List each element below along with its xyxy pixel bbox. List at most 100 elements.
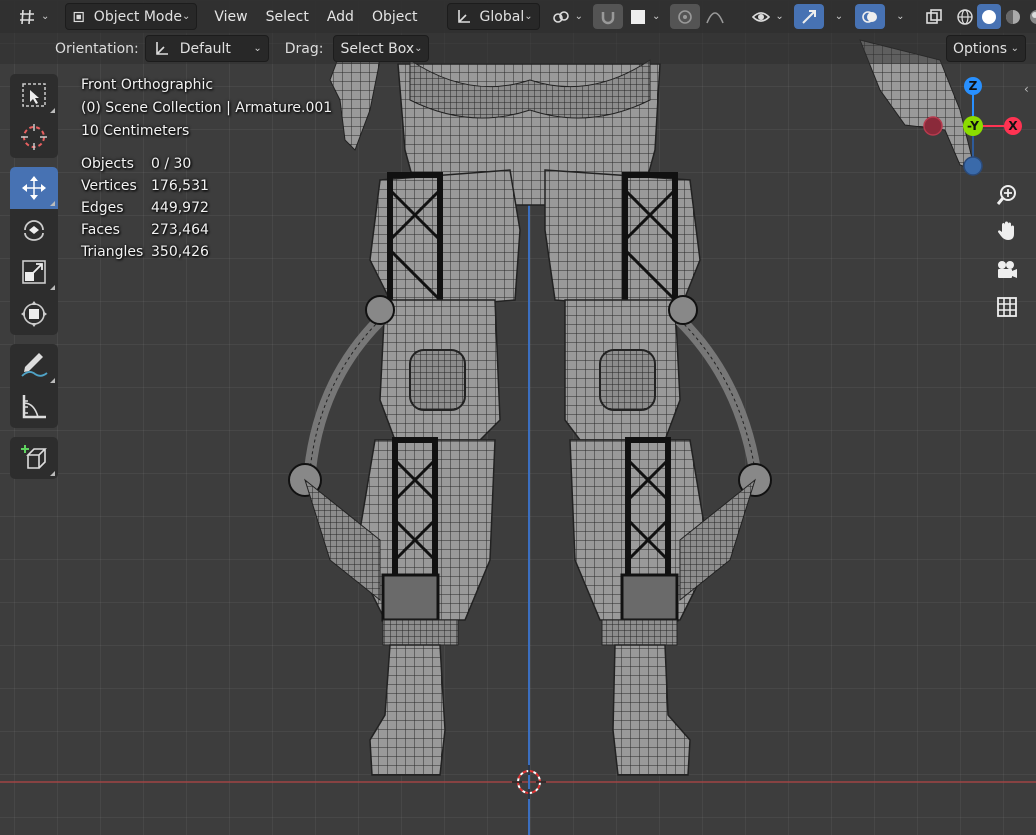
chevron-down-icon: ⌄: [182, 11, 191, 22]
proportional-edit-icon: [678, 9, 693, 24]
link-icon: [552, 10, 569, 23]
tool-transform[interactable]: [10, 293, 58, 335]
pan-button[interactable]: [990, 214, 1024, 248]
chevron-down-icon: ⌄: [253, 43, 262, 54]
stat-label: Objects: [81, 156, 134, 172]
chevron-down-icon: ⌄: [834, 11, 844, 22]
proportional-edit-toggle[interactable]: [670, 4, 701, 29]
orientation-setting-dropdown[interactable]: Default ⌄: [144, 35, 269, 62]
tool-annotate[interactable]: [10, 344, 58, 386]
stat-row: Vertices 176,531: [81, 175, 332, 197]
falloff-button[interactable]: [700, 4, 730, 29]
stat-value: 273,464: [151, 222, 209, 238]
add-cube-icon: [21, 445, 47, 469]
orientation-label: Global: [479, 8, 525, 25]
stat-label: Vertices: [81, 178, 137, 194]
options-dropdown[interactable]: Options ⌄: [946, 35, 1026, 62]
cursor-icon: [21, 124, 47, 150]
chevron-down-icon: ⌄: [41, 11, 50, 22]
menu-view[interactable]: View: [205, 4, 256, 29]
overlays-toggle[interactable]: [855, 4, 886, 29]
material-sphere-icon: [1005, 9, 1020, 24]
camera-view-button[interactable]: [990, 253, 1024, 287]
zoom-icon: [996, 185, 1016, 205]
shading-wireframe-button[interactable]: [953, 4, 977, 29]
tool-variants-corner: [50, 471, 55, 476]
tool-settings-bar: Orientation: Default ⌄ Drag: Select Box …: [0, 33, 1036, 64]
tool-rotate[interactable]: [10, 209, 58, 251]
pan-hand-icon: [998, 221, 1014, 240]
object-mode-icon: [74, 11, 85, 22]
select-box-icon: [22, 83, 46, 107]
rendered-sphere-icon: [1029, 9, 1036, 24]
orientation-axes-icon: [155, 41, 168, 55]
stat-row: Edges 449,972: [81, 197, 332, 219]
tool-variants-corner: [50, 108, 55, 113]
visibility-button[interactable]: ⌄: [746, 4, 789, 29]
neg-x-axis-handle[interactable]: [923, 116, 943, 136]
mode-selector[interactable]: Object Mode ⌄: [65, 3, 198, 30]
tool-cursor[interactable]: [10, 116, 58, 158]
square-icon: [631, 9, 645, 24]
mode-label: Object Mode: [93, 8, 182, 25]
rotate-icon: [24, 220, 44, 241]
chevron-down-icon: ⌄: [574, 11, 583, 22]
drag-setting-label: Drag:: [284, 40, 324, 57]
stat-row: Objects 0 / 30: [81, 153, 332, 175]
stat-row: Triangles 350,426: [81, 241, 332, 263]
navigation-gizmo[interactable]: Z X -Y: [918, 72, 1028, 182]
tool-variants-corner: [50, 201, 55, 206]
stat-label: Triangles: [81, 244, 144, 260]
tool-shelf: [10, 74, 58, 488]
drag-setting-dropdown[interactable]: Select Box ⌄: [333, 35, 430, 62]
viewport-editor-icon: [20, 9, 34, 24]
chevron-down-icon: ⌄: [775, 11, 784, 22]
stat-value: 350,426: [151, 244, 209, 260]
shading-material-button[interactable]: [1001, 4, 1025, 29]
chevron-down-icon: ⌄: [1010, 43, 1019, 54]
tool-measure[interactable]: [10, 386, 58, 428]
tool-move[interactable]: [10, 167, 58, 209]
magnet-icon: [601, 11, 615, 24]
eye-icon: [752, 11, 771, 22]
tool-scale[interactable]: [10, 251, 58, 293]
sidebar-toggle-chevron-icon[interactable]: ‹: [1024, 82, 1029, 96]
wireframe-sphere-icon: [956, 8, 973, 25]
gizmo-dropdown[interactable]: ⌄: [824, 4, 849, 29]
pivot-point-button[interactable]: ⌄: [546, 4, 589, 29]
options-label: Options: [953, 40, 1008, 57]
xray-toggle[interactable]: [919, 4, 949, 29]
scene-statistics: Objects 0 / 30 Vertices 176,531 Edges 44…: [81, 153, 332, 263]
grid-icon: [997, 297, 1017, 317]
gizmo-toggle[interactable]: [793, 4, 824, 29]
overlays-dropdown[interactable]: ⌄: [885, 4, 910, 29]
menu-object[interactable]: Object: [363, 4, 427, 29]
stat-value: 176,531: [151, 178, 209, 194]
orientation-axes-icon: [457, 9, 470, 23]
viewport-info-overlay: Front Orthographic (0) Scene Collection …: [81, 74, 332, 263]
snap-target-button[interactable]: ⌄: [623, 4, 666, 29]
tool-select-box[interactable]: [10, 74, 58, 116]
stat-label: Faces: [81, 222, 120, 238]
snap-toggle[interactable]: [593, 4, 623, 29]
zoom-button[interactable]: [990, 178, 1024, 212]
solid-sphere-icon: [981, 9, 996, 24]
editor-type-button[interactable]: ⌄: [12, 4, 55, 29]
shading-rendered-button[interactable]: [1025, 4, 1036, 29]
neg-z-axis-handle[interactable]: [963, 156, 983, 176]
x-axis-label: X: [1008, 119, 1018, 133]
tool-variants-corner: [50, 378, 55, 383]
stat-value: 0 / 30: [151, 156, 192, 172]
menu-add[interactable]: Add: [318, 4, 363, 29]
toggle-perspective-button[interactable]: [990, 290, 1024, 324]
overlays-icon: [862, 10, 878, 23]
tool-variants-corner: [50, 285, 55, 290]
chevron-down-icon: ⌄: [652, 11, 661, 22]
orientation-setting-label: Orientation:: [55, 40, 139, 57]
chevron-down-icon: ⌄: [524, 11, 533, 22]
shading-solid-button[interactable]: [976, 4, 1001, 29]
menu-select[interactable]: Select: [257, 4, 318, 29]
tool-add-cube[interactable]: [10, 437, 58, 479]
falloff-curve-icon: [706, 11, 725, 23]
transform-orientation-selector[interactable]: Global ⌄: [446, 3, 540, 30]
